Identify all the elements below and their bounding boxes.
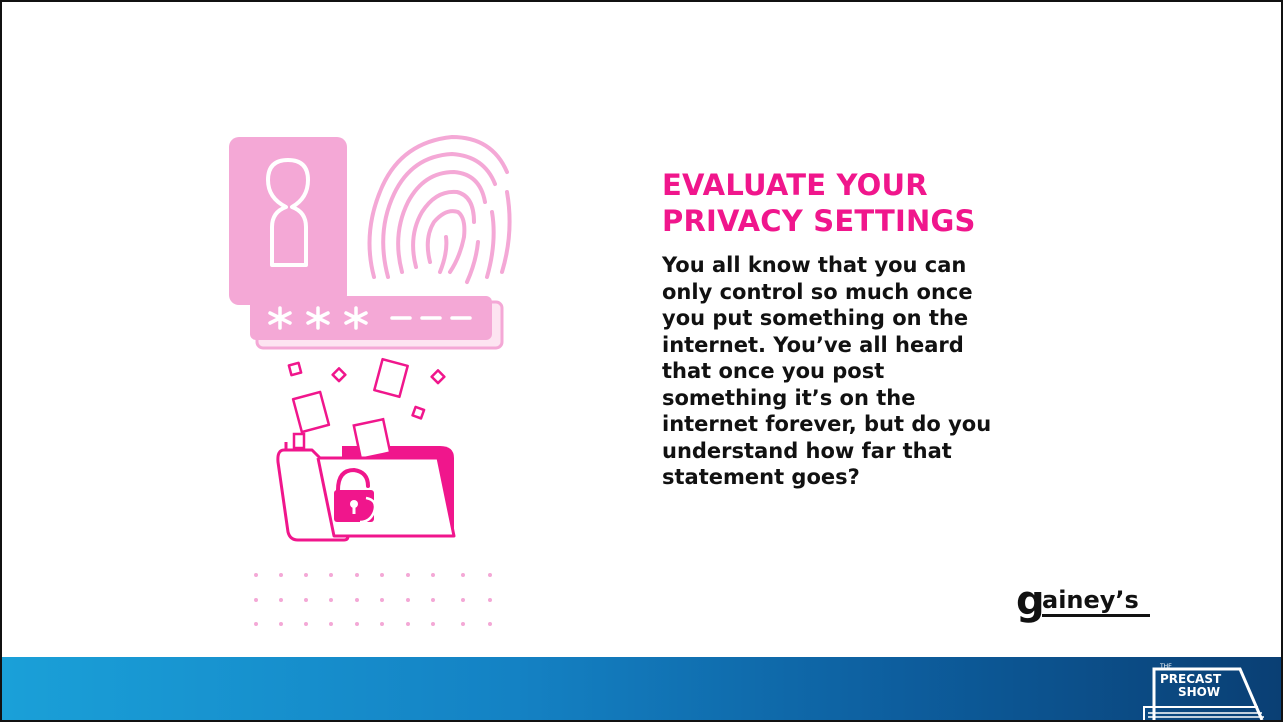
gaineys-logo: g ainey’s bbox=[1016, 578, 1150, 624]
floating-documents-icon bbox=[287, 357, 446, 434]
user-profile-card-icon bbox=[229, 137, 347, 305]
body-line: statement goes? bbox=[662, 465, 860, 489]
slide-body: You all know that you can only control s… bbox=[662, 252, 1042, 491]
body-line: You all know that you can bbox=[662, 253, 967, 277]
logo-text: ainey’s bbox=[1042, 586, 1139, 614]
dot-grid-decoration bbox=[254, 573, 492, 626]
fingerprint-icon bbox=[367, 134, 512, 284]
footer-bar bbox=[2, 657, 1281, 720]
body-line: internet. You’ve all heard bbox=[662, 332, 964, 357]
badge-line1: PRECAST bbox=[1160, 672, 1222, 686]
badge-small-text: THE bbox=[1159, 663, 1172, 670]
body-line: that once you post bbox=[662, 359, 885, 383]
precast-show-badge: THE PRECAST SHOW bbox=[1143, 663, 1264, 720]
unlocked-folder-icon bbox=[276, 417, 456, 542]
badge-line2: SHOW bbox=[1178, 685, 1220, 699]
password-field-icon bbox=[250, 296, 504, 350]
privacy-illustration bbox=[229, 134, 512, 626]
slide-title: EVALUATE YOUR PRIVACY SETTINGS bbox=[662, 167, 1122, 239]
body-line: you put something on the bbox=[662, 306, 969, 330]
body-line: only control so much once bbox=[662, 279, 973, 304]
slide: EVALUATE YOUR PRIVACY SETTINGS You all k… bbox=[0, 0, 1283, 722]
body-line: something it’s on the bbox=[662, 385, 916, 410]
title-line: PRIVACY SETTINGS bbox=[662, 204, 976, 238]
body-line: understand how far that bbox=[662, 438, 952, 463]
logo-g: g bbox=[1016, 578, 1045, 624]
title-line: EVALUATE YOUR bbox=[662, 168, 928, 202]
body-line: internet forever, but do you bbox=[662, 412, 992, 436]
